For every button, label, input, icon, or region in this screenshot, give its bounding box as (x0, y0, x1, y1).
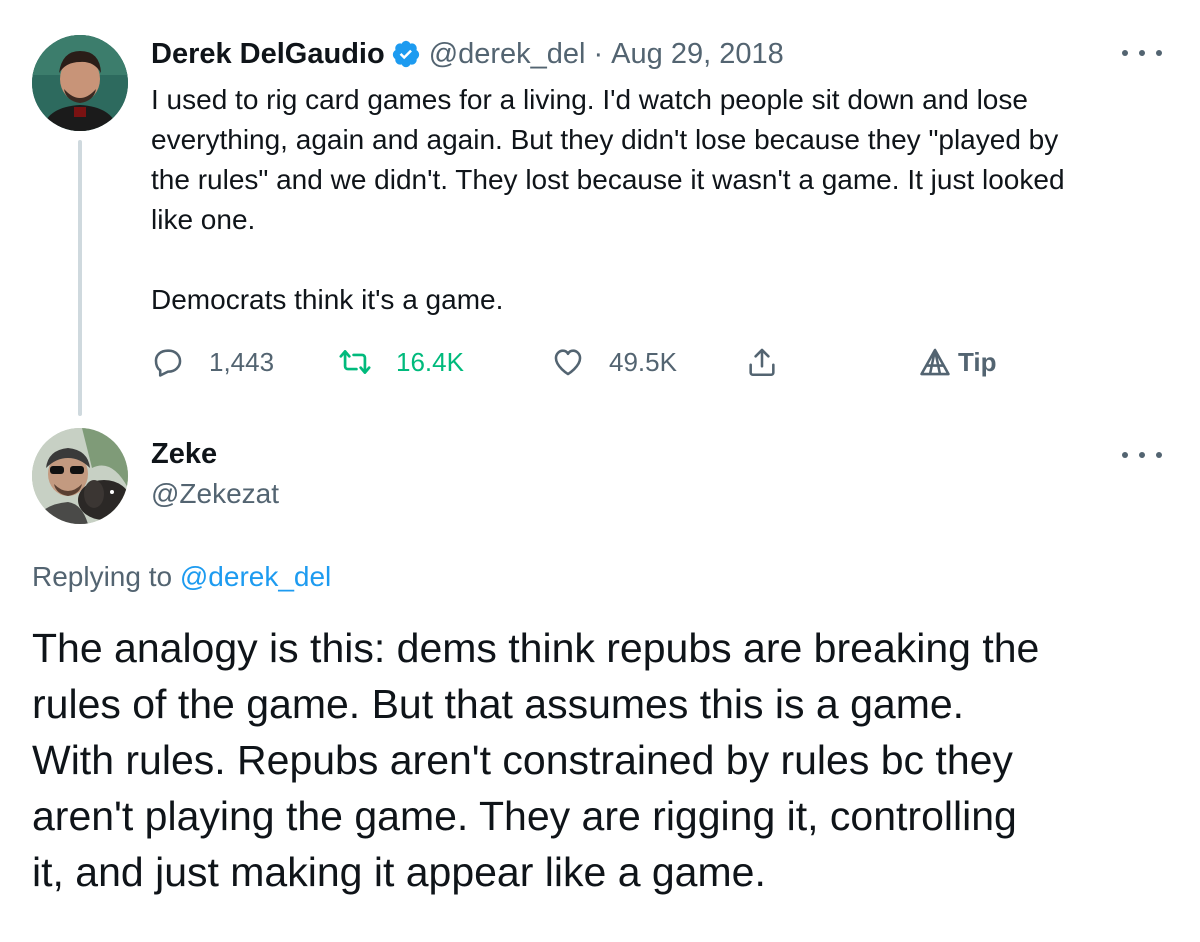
reply-author-handle[interactable]: @Zekezat (151, 474, 279, 514)
replying-to: Replying to @derek_del (32, 557, 331, 597)
thread-line (78, 140, 82, 416)
share-button[interactable] (745, 340, 779, 384)
more-icon[interactable] (1122, 38, 1162, 68)
tip-button[interactable]: Tip (918, 340, 997, 384)
tweet-header: Derek DelGaudio @derek_del · Aug 29, 201… (151, 34, 784, 74)
avatar-derek[interactable] (32, 35, 128, 131)
tip-icon (920, 348, 950, 376)
retweet-icon (339, 350, 371, 374)
reply-author-name[interactable]: Zeke (151, 434, 217, 474)
share-icon (749, 348, 775, 377)
like-count: 49.5K (609, 346, 677, 377)
retweet-button[interactable]: 16.4K (338, 340, 464, 384)
separator-dot: · (593, 37, 604, 70)
reply-text: The analogy is this: dems think repubs a… (32, 625, 1040, 895)
verified-badge-icon (391, 39, 421, 69)
avatar-zeke[interactable] (32, 428, 128, 524)
author-handle[interactable]: @derek_del (429, 38, 586, 71)
replying-prefix: Replying to (32, 561, 173, 592)
retweet-count: 16.4K (396, 346, 464, 377)
replying-to-link[interactable]: @derek_del (180, 561, 331, 592)
more-icon[interactable] (1122, 440, 1162, 470)
like-icon (554, 349, 582, 376)
author-name[interactable]: Derek DelGaudio (151, 38, 385, 71)
like-button[interactable]: 49.5K (551, 340, 677, 384)
tweet-actions: 1,443 16.4K 49.5K Tip (151, 340, 1051, 384)
tweet-text: I used to rig card games for a living. I… (151, 84, 1065, 315)
reply-icon (154, 349, 182, 377)
tip-label: Tip (958, 346, 997, 377)
reply-button[interactable]: 1,443 (151, 340, 274, 384)
reply-count: 1,443 (209, 346, 275, 377)
tweet-date[interactable]: Aug 29, 2018 (611, 38, 784, 71)
